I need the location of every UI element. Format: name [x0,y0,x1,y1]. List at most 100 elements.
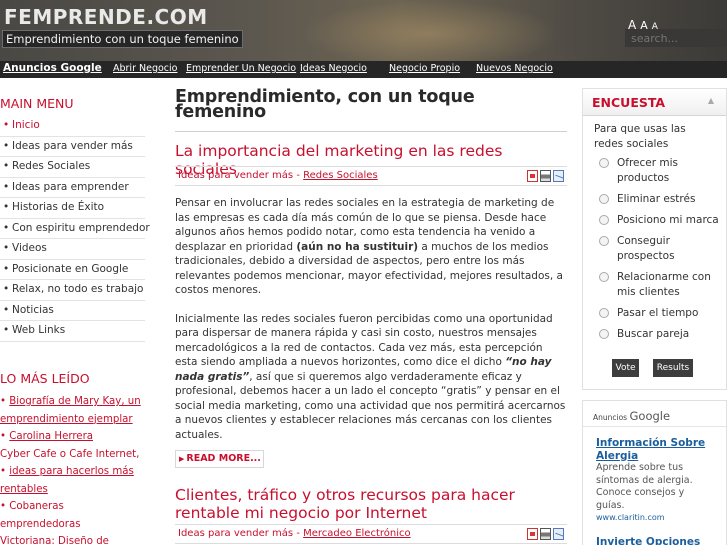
arrow-right-icon: ▶ [179,455,185,463]
category-separator: - [293,170,304,181]
radio-button[interactable] [599,272,609,282]
menu-item-relax[interactable]: • Relax, no todo es trabajo [0,280,145,301]
nav-ads-label[interactable]: Anuncios Google [3,62,102,74]
most-read-link[interactable]: Biografía de Mary Kay, un [9,396,140,407]
bullet-icon: • [0,501,10,512]
radio-button[interactable] [599,215,609,225]
menu-item-espiritu-emprendedor[interactable]: • Con espiritu emprendedor [0,219,150,239]
menu-item-posicionate-google[interactable]: • Posicionate en Google [0,260,145,280]
radio-button[interactable] [599,194,609,204]
radio-button[interactable] [599,158,609,168]
bullet-icon: • [3,201,10,213]
menu-item-label: Ideas para emprender [12,180,129,193]
email-icon[interactable] [553,170,564,182]
ads-label: Anuncios Google [593,409,670,423]
poll-option-label: Ofrecer mis productos [617,157,679,184]
most-read-link[interactable]: Carolina Herrera [9,431,93,442]
nav-link-nuevos-negocio[interactable]: Nuevos Negocio [476,63,553,74]
menu-item-ideas-vender[interactable]: • Ideas para vender más [0,137,145,157]
post-meta: Ideas para vender más - Redes Sociales [175,166,567,186]
title-divider [175,131,567,132]
ads-label-small: Anuncios [593,413,628,422]
most-read-link[interactable]: rentables [0,484,48,495]
vote-button[interactable]: Vote [612,359,639,377]
search-input[interactable] [625,29,727,47]
menu-item-label: Noticias [12,303,54,316]
category-link[interactable]: Mercadeo Electrónico [303,528,411,539]
menu-item-label: Ideas para vender más [12,139,133,152]
most-read-item[interactable]: emprendedoras [0,516,145,534]
poll-option[interactable]: Conseguir prospectos [597,234,722,264]
most-read-link[interactable]: Cobaneras [9,501,64,512]
menu-item-label: Inicio [12,119,40,131]
nav-link-abrir-negocio[interactable]: Abrir Negocio [113,63,177,74]
poll-question: Para que usas las redes sociales [594,123,686,150]
most-read-link[interactable]: Victoriana: Diseño de [0,536,109,545]
ad-title-link[interactable]: Información Sobre Alergia [596,437,711,462]
page-title: Emprendimiento, con un toque femenino [175,87,475,122]
post-paragraph: Inicialmente las redes sociales fueron p… [175,312,567,443]
poll-option[interactable]: Relacionarme con mis clientes [597,270,722,300]
header-background-image [300,0,560,61]
category-link[interactable]: Redes Sociales [303,170,378,181]
most-read-item[interactable]: emprendimiento ejemplar [0,411,145,429]
post-text: Inicialmente las redes sociales fueron p… [175,312,553,369]
radio-button[interactable] [599,329,609,339]
poll-option-label: Buscar pareja [617,328,690,340]
read-more-button[interactable]: ▶ READ MORE... [175,450,264,468]
site-title[interactable]: FEMPRENDE.COM [4,5,208,29]
most-read-item[interactable]: Cyber Cafe o Cafe Internet, [0,446,145,464]
menu-item-redes-sociales[interactable]: • Redes Sociales [0,157,145,178]
pdf-icon[interactable] [527,170,538,182]
post-tools [525,170,564,188]
menu-item-historias-exito[interactable]: • Historias de Éxito [0,198,145,219]
category-label[interactable]: Ideas para vender más [178,528,293,539]
poll-option[interactable]: Posiciono mi marca [597,213,722,228]
most-read-item[interactable]: • Biografía de Mary Kay, un [0,393,145,411]
bullet-icon: • [3,242,10,254]
poll-option[interactable]: Buscar pareja [597,327,722,342]
results-button[interactable]: Results [653,359,693,377]
most-read-item[interactable]: rentables [0,481,145,499]
bullet-icon: • [3,262,10,275]
menu-item-label: Historias de Éxito [12,201,105,213]
most-read-link[interactable]: Cyber Cafe o Cafe Internet, [0,449,139,460]
radio-button[interactable] [599,308,609,318]
menu-item-noticias[interactable]: • Noticias [0,301,145,321]
most-read-item[interactable]: Victoriana: Diseño de [0,533,145,545]
ad-title-link[interactable]: Invierte Opciones [596,536,711,545]
most-read-link[interactable]: emprendedoras [0,519,81,530]
nav-link-emprender-negocio[interactable]: Emprender Un Negocio [186,63,296,74]
most-read-link[interactable]: ideas para hacerlos más [9,466,134,477]
ads-nav-bar: Anuncios Google Abrir Negocio Emprender … [0,61,727,78]
post-title-clientes[interactable]: Clientes, tráfico y otros recursos para … [175,486,567,522]
nav-link-negocio-propio[interactable]: Negocio Propio [389,63,460,74]
bullet-icon: • [3,180,10,193]
menu-item-videos[interactable]: • Videos [0,239,145,260]
menu-item-web-links[interactable]: • Web Links [0,321,145,342]
pdf-icon[interactable] [527,528,538,540]
nav-link-ideas-negocio[interactable]: Ideas Negocio [300,63,367,74]
poll-options: Ofrecer mis productos Eliminar estrés Po… [597,156,722,342]
ad-item: Información Sobre Alergia Aprende sobre … [596,437,711,523]
radio-button[interactable] [599,236,609,246]
menu-item-ideas-emprender[interactable]: • Ideas para emprender [0,178,145,198]
most-read-item[interactable]: • ideas para hacerlos más [0,463,145,481]
menu-item-inicio[interactable]: • Inicio [0,116,145,137]
poll-option[interactable]: Ofrecer mis productos [597,156,722,186]
most-read-list: • Biografía de Mary Kay, un emprendimien… [0,393,145,545]
category-label[interactable]: Ideas para vender más [178,170,293,181]
most-read-item[interactable]: • Cobaneras [0,498,145,516]
most-read-item[interactable]: • Carolina Herrera [0,428,145,446]
poll-option[interactable]: Eliminar estrés [597,192,722,207]
poll-module: ENCUESTA ▲ Para que usas las redes socia… [582,88,727,390]
ad-url[interactable]: www.claritin.com [596,512,711,523]
print-icon[interactable] [540,528,551,540]
collapse-arrow-icon[interactable]: ▲ [708,96,714,105]
poll-option-label: Relacionarme con mis clientes [617,271,711,298]
most-read-link[interactable]: emprendimiento ejemplar [0,414,133,425]
poll-option[interactable]: Pasar el tiempo [597,306,722,321]
bullet-icon: • [3,283,10,295]
email-icon[interactable] [553,528,564,540]
print-icon[interactable] [540,170,551,182]
